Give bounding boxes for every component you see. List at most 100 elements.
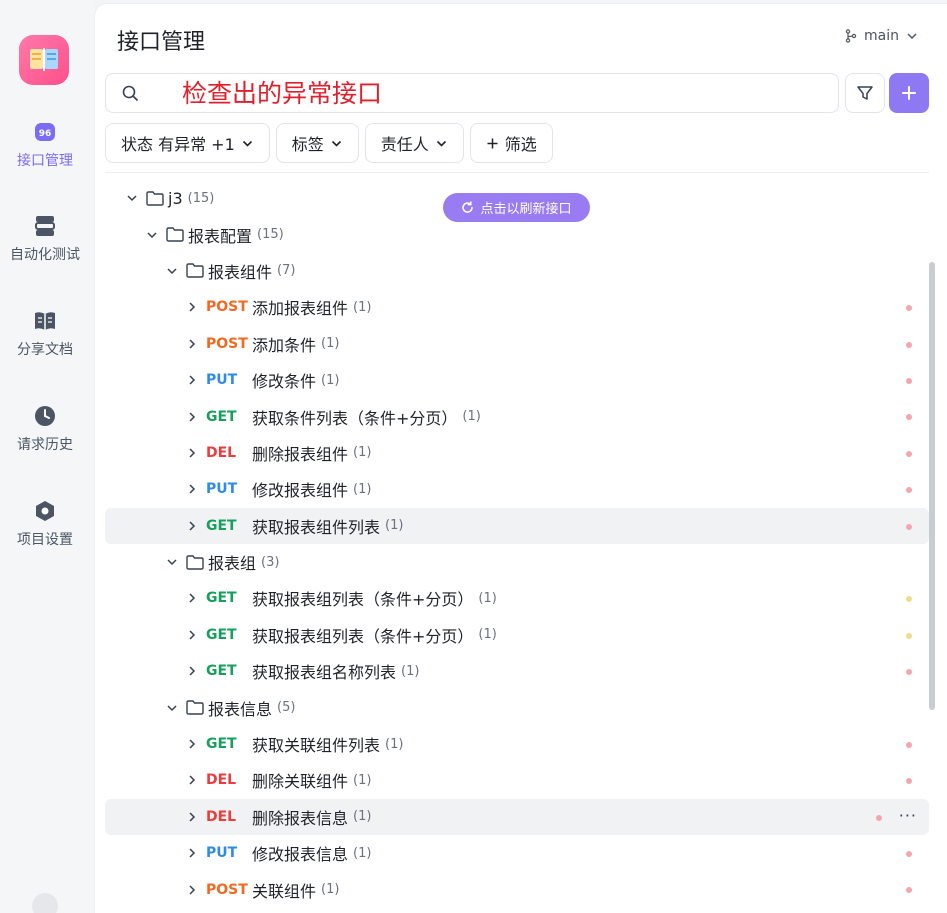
left-nav-rail: 96 接口管理 自动化测试 分享文档 请求历史 项目设置	[0, 0, 95, 913]
filter-chips: 状态 有异常 +1 标签 责任人 筛选	[105, 123, 553, 163]
api-row[interactable]: DEL 删除关联组件 (1)	[105, 762, 929, 798]
chevron-right-icon[interactable]	[185, 337, 199, 351]
filter-button[interactable]	[845, 73, 885, 113]
api-name: 删除关联组件	[252, 772, 349, 792]
item-count: (3)	[261, 554, 280, 570]
chevron-right-icon[interactable]	[185, 664, 199, 678]
svg-text:96: 96	[39, 129, 52, 139]
api-row[interactable]: POST 添加条件 (1)	[105, 326, 929, 362]
api-name: 获取条件列表（条件+分页）	[252, 408, 458, 428]
tag-filter-chip[interactable]: 标签	[275, 123, 359, 163]
nav-label: 请求历史	[17, 437, 73, 453]
chevron-down-icon[interactable]	[165, 555, 179, 569]
nav-request-history[interactable]: 请求历史	[0, 404, 90, 454]
nav-share-docs[interactable]: 分享文档	[0, 309, 90, 359]
chevron-right-icon[interactable]	[185, 846, 199, 860]
api-row[interactable]: POST 添加报表组件 (1)	[105, 289, 929, 325]
share-docs-icon	[35, 312, 55, 330]
chevron-right-icon[interactable]	[185, 773, 199, 787]
status-dot	[906, 632, 912, 639]
chevron-right-icon[interactable]	[185, 628, 199, 642]
item-count: (1)	[321, 372, 340, 388]
app-logo[interactable]	[19, 35, 69, 85]
divider	[105, 172, 929, 173]
api-tree: j3 (15) 报表配置 (15) 报表组件 (7) POST 添加报表组件 (1) POST 添加…	[105, 180, 929, 908]
tree-folder-row[interactable]: 报表组 (3)	[105, 544, 929, 580]
api-management-panel: 接口管理 main 检查出的异常接口 状态 有异常 +1 标签 责任人 筛选 点…	[95, 4, 947, 913]
status-dot	[906, 741, 912, 748]
nav-project-settings[interactable]: 项目设置	[0, 499, 90, 549]
folder-name: 报表组件	[208, 262, 273, 282]
chevron-down-icon	[242, 140, 252, 147]
nav-label: 自动化测试	[10, 247, 80, 263]
api-row[interactable]: POST 关联组件 (1)	[105, 871, 929, 907]
http-method-badge: DEL	[206, 808, 237, 825]
plus-icon	[902, 86, 916, 100]
chevron-right-icon[interactable]	[185, 883, 199, 897]
chevron-right-icon[interactable]	[185, 737, 199, 751]
api-row[interactable]: GET 获取报表组名称列表 (1)	[105, 653, 929, 689]
chevron-down-icon[interactable]	[165, 264, 179, 278]
chevron-down-icon[interactable]	[125, 191, 139, 205]
chevron-right-icon[interactable]	[185, 810, 199, 824]
chevron-right-icon[interactable]	[185, 410, 199, 424]
api-row[interactable]: GET 获取条件列表（条件+分页） (1)	[105, 398, 929, 434]
folder-icon	[186, 263, 204, 279]
api-row[interactable]: GET 获取关联组件列表 (1)	[105, 726, 929, 762]
chevron-right-icon[interactable]	[185, 446, 199, 460]
api-name: 删除报表组件	[252, 444, 349, 464]
add-filter-chip[interactable]: 筛选	[469, 123, 553, 163]
api-row[interactable]: GET 获取报表组件列表 (1)	[105, 507, 929, 544]
api-row[interactable]: DEL 删除报表信息 (1) ···	[105, 798, 929, 836]
branch-name: main	[864, 28, 899, 44]
item-count: (1)	[462, 409, 481, 425]
item-count: (1)	[353, 845, 372, 861]
search-input[interactable]: 检查出的异常接口	[105, 73, 839, 113]
status-dot	[876, 814, 882, 821]
chevron-down-icon	[331, 140, 341, 147]
http-method-badge: GET	[206, 736, 237, 753]
search-icon	[122, 85, 139, 102]
api-row[interactable]: GET 获取报表组列表（条件+分页） (1)	[105, 617, 929, 653]
folder-icon	[166, 227, 184, 242]
status-filter-chip[interactable]: 状态 有异常 +1	[105, 123, 270, 163]
refresh-apis-button[interactable]: 点击以刷新接口	[443, 193, 590, 222]
item-count: (1)	[353, 481, 372, 497]
add-button[interactable]	[889, 73, 929, 113]
item-count: (7)	[277, 263, 296, 279]
item-count: (5)	[277, 700, 296, 716]
scrollbar[interactable]	[929, 262, 935, 710]
chevron-right-icon[interactable]	[185, 300, 199, 314]
api-row[interactable]: GET 获取报表组列表（条件+分页） (1)	[105, 580, 929, 616]
chevron-right-icon[interactable]	[185, 591, 199, 605]
tree-folder-row[interactable]: 报表组件 (7)	[105, 253, 929, 289]
chevron-down-icon[interactable]	[165, 701, 179, 715]
api-row[interactable]: PUT 修改条件 (1)	[105, 362, 929, 398]
http-method-badge: GET	[206, 517, 237, 534]
chevron-down-icon[interactable]	[145, 228, 159, 242]
http-method-badge: PUT	[206, 845, 238, 862]
chevron-down-icon	[907, 33, 917, 40]
nav-label: 分享文档	[17, 342, 73, 358]
status-dot	[906, 523, 912, 530]
item-count: (1)	[353, 445, 372, 461]
chevron-right-icon[interactable]	[185, 519, 199, 533]
owner-filter-chip[interactable]: 责任人	[364, 123, 464, 163]
status-dot	[906, 341, 912, 348]
tree-folder-row[interactable]: 报表信息 (5)	[105, 689, 929, 725]
chip-label: 责任人	[380, 135, 429, 154]
more-actions-button[interactable]: ···	[899, 806, 917, 825]
user-avatar[interactable]	[32, 893, 58, 913]
chevron-right-icon[interactable]	[185, 373, 199, 387]
api-row[interactable]: DEL 删除报表组件 (1)	[105, 435, 929, 471]
branch-selector[interactable]: main	[844, 28, 919, 44]
refresh-label: 点击以刷新接口	[480, 202, 572, 217]
api-name: 获取报表组名称列表	[252, 663, 397, 683]
chip-label: 状态 有异常 +1	[121, 135, 235, 154]
chevron-right-icon[interactable]	[185, 482, 199, 496]
folder-icon	[146, 190, 164, 206]
nav-api-management[interactable]: 96 接口管理	[0, 120, 90, 170]
api-row[interactable]: PUT 修改报表信息 (1)	[105, 835, 929, 871]
nav-automation-test[interactable]: 自动化测试	[0, 214, 90, 264]
api-row[interactable]: PUT 修改报表组件 (1)	[105, 471, 929, 507]
